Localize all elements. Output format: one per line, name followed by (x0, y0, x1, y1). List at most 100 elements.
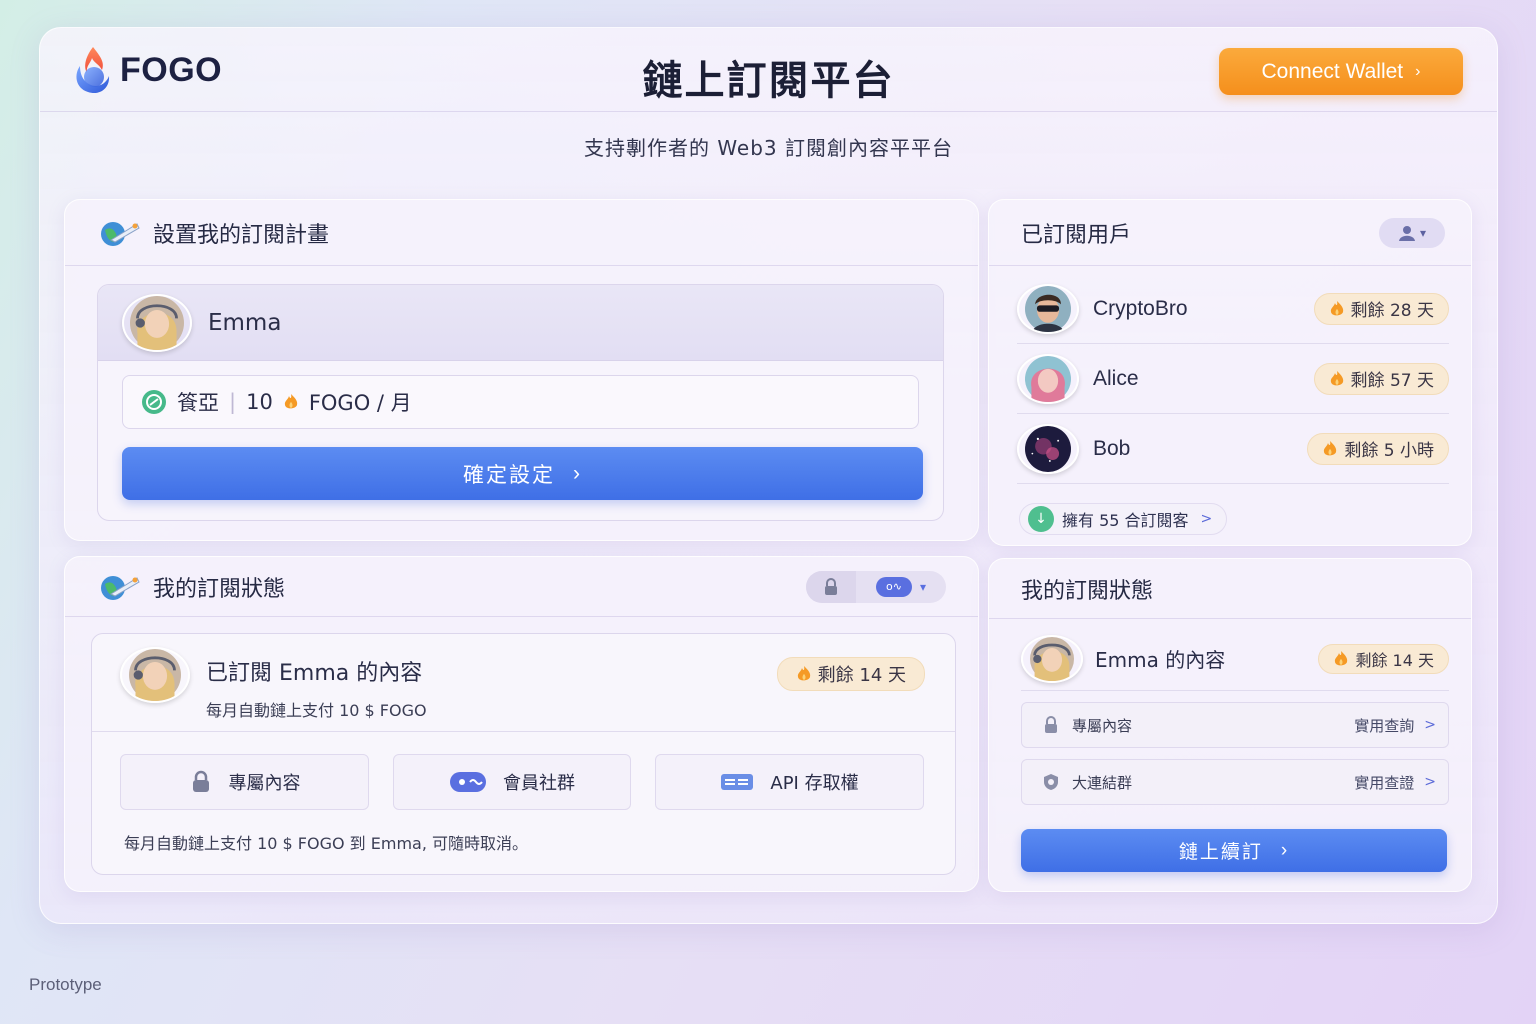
remaining-badge: 剩餘 28 天 (1313, 292, 1449, 325)
lock-icon (192, 770, 209, 792)
flame-icon (1330, 370, 1343, 385)
perm-action: 實用查證 (1354, 773, 1415, 792)
subscribed-subtitle: 每月自動鏈上支付 10 $ FOGO (206, 701, 427, 720)
chevron-down-icon: ▾ (919, 579, 927, 594)
list-item[interactable]: Emma 的內容 剩餘 14 天 (1021, 631, 1449, 691)
avatar-cryptobro (1017, 283, 1079, 334)
subscriber-name: CryptoBro (1093, 296, 1188, 320)
subscription-footnote: 每月自動鏈上支付 10 $ FOGO 到 Emma, 可隨時取消。 (124, 834, 529, 853)
perm-action: 實用查詢 (1354, 716, 1415, 735)
remaining-badge: 剩餘 57 天 (1313, 362, 1449, 395)
avatar-alice (1017, 353, 1079, 404)
flame-icon (1335, 650, 1348, 665)
status-card-title: 我的訂閱狀態 (153, 576, 286, 602)
avatar-emma (1021, 634, 1083, 683)
price-unit: FOGO / 月 (308, 391, 412, 415)
subscribers-card-header: 已訂閱用戶 ▾ (989, 200, 1471, 266)
my-status-title: 我的訂閱狀態 (1021, 578, 1154, 604)
connect-wallet-label: Connect Wallet (1261, 59, 1404, 83)
feature-list: 專屬內容 會員社群 API 存取權 (120, 754, 924, 810)
feature-api-access[interactable]: API 存取權 (655, 754, 924, 810)
holder-count-link[interactable]: ↓ 擁有 55 合訂閱客 > (1019, 503, 1228, 535)
globe-rocket-icon (101, 221, 140, 246)
connect-wallet-button[interactable]: Connect Wallet › (1219, 48, 1463, 95)
perm-row-exclusive[interactable]: 專屬內容 實用查詢 > (1021, 702, 1449, 748)
feature-label: API 存取權 (770, 773, 859, 794)
my-status-card: 我的訂閱狀態 Emma 的內容 剩餘 14 天 專屬內容 實用查詢 > 大連結群… (988, 558, 1472, 892)
remaining-text: 剩餘 14 天 (1355, 650, 1434, 670)
subscription-detail-box: 已訂閱 Emma 的內容 每月自動鏈上支付 10 $ FOGO 剩餘 14 天 … (91, 633, 956, 875)
chain-renew-button[interactable]: 鏈上續訂 › (1021, 829, 1447, 872)
subscriber-name: Bob (1093, 436, 1131, 460)
list-item[interactable]: Alice 剩餘 57 天 (1017, 344, 1449, 414)
feature-label: 專屬內容 (228, 773, 301, 794)
page-subtitle: 支持剸作者的 Web3 訂閱創內容平平台 (583, 136, 954, 160)
token-icon (142, 390, 166, 414)
flame-icon (1324, 440, 1337, 455)
confirm-settings-label: 確定設定 (463, 463, 555, 487)
remaining-text: 剩餘 57 天 (1350, 371, 1434, 391)
link-dropdown[interactable]: o∿ ▾ (856, 576, 946, 597)
globe-rocket-icon (101, 575, 140, 600)
flame-icon (284, 394, 298, 409)
creator-row: Emma (98, 285, 943, 361)
list-item[interactable]: CryptoBro 剩餘 28 天 (1017, 274, 1449, 344)
avatar-emma (122, 293, 192, 352)
list-item[interactable]: Bob 剩餘 5 小時 (1017, 414, 1449, 484)
subscription-summary: 已訂閱 Emma 的內容 每月自動鏈上支付 10 $ FOGO 剩餘 14 天 (92, 634, 955, 732)
feature-member-community[interactable]: 會員社群 (393, 754, 631, 810)
price-label: 篒亞 (177, 391, 219, 415)
creator-plan-box: Emma 篒亞 | 10 FOGO / 月 確定設定 › (97, 284, 944, 521)
shield-icon (1044, 774, 1058, 790)
remaining-badge: 剩餘 14 天 (1318, 643, 1449, 674)
chevron-right-icon: › (573, 461, 582, 485)
remaining-badge: 剩餘 5 小時 (1307, 432, 1449, 465)
setup-card-header: 設置我的訂閱計畫 (65, 200, 978, 266)
user-filter-dropdown[interactable]: ▾ (1379, 217, 1445, 248)
setup-plan-card: 設置我的訂閱計畫 Emma 篒亞 | 10 FOGO / 月 確定設定 › (64, 199, 979, 541)
chevron-right-icon: › (1280, 839, 1290, 861)
subscriber-list: CryptoBro 剩餘 28 天 Alice 剩餘 57 天 Bob 剩餘 5… (1017, 274, 1449, 484)
subscription-status-card: 我的訂閱狀態 o∿ ▾ 已訂閱 Emma 的內容 每月自動鏈上支付 10 $ F… (64, 556, 979, 892)
creator-name: Emma (208, 309, 282, 336)
subscribed-title: 已訂閱 Emma 的內容 (206, 661, 423, 686)
price-input[interactable]: 篒亞 | 10 FOGO / 月 (122, 375, 919, 429)
confirm-settings-button[interactable]: 確定設定 › (122, 447, 923, 500)
card-icon (721, 774, 754, 790)
subscribers-title: 已訂閱用戶 (1021, 222, 1132, 248)
gamepad-icon (450, 772, 486, 792)
avatar-emma (120, 647, 190, 703)
top-bar: FOGO 鏈上訂閱平台 Connect Wallet › (40, 28, 1497, 112)
holder-count-text: 擁有 55 合訂閱客 (1062, 511, 1189, 530)
chevron-down-icon: ▾ (1419, 225, 1427, 240)
feature-label: 會員社群 (503, 773, 575, 794)
chevron-right-icon: > (1424, 774, 1436, 790)
download-icon: ↓ (1028, 506, 1054, 532)
lock-icon (1045, 716, 1057, 733)
perm-label: 專屬內容 (1072, 716, 1133, 735)
flame-icon (797, 666, 810, 681)
link-icon: o∿ (875, 576, 912, 597)
avatar-bob (1017, 423, 1079, 474)
feature-exclusive-content[interactable]: 專屬內容 (120, 754, 369, 810)
lock-icon[interactable] (806, 570, 856, 603)
chevron-right-icon: > (1424, 717, 1436, 733)
user-icon (1398, 225, 1415, 241)
chevron-right-icon: > (1200, 511, 1213, 527)
price-separator: | (229, 390, 237, 414)
remaining-text: 剩餘 28 天 (1350, 301, 1434, 321)
remaining-text: 剩餘 14 天 (817, 665, 906, 686)
subscribers-card: 已訂閱用戶 ▾ CryptoBro 剩餘 28 天 Alice 剩餘 57 天 … (988, 199, 1472, 546)
perm-label: 大連結群 (1072, 773, 1133, 792)
price-amount: 10 (246, 390, 273, 414)
status-card-header: 我的訂閱狀態 o∿ ▾ (65, 557, 978, 617)
status-view-toggle[interactable]: o∿ ▾ (806, 570, 946, 603)
perm-row-group[interactable]: 大連結群 實用查證 > (1021, 759, 1449, 805)
remaining-text: 剩餘 5 小時 (1344, 441, 1434, 461)
flame-icon (1330, 300, 1343, 315)
chain-renew-label: 鏈上續訂 (1178, 842, 1263, 863)
remaining-badge: 剩餘 14 天 (776, 657, 925, 691)
subscription-item-name: Emma 的內容 (1095, 648, 1226, 672)
setup-card-title: 設置我的訂閱計畫 (153, 222, 330, 248)
prototype-label: Prototype (29, 975, 102, 994)
